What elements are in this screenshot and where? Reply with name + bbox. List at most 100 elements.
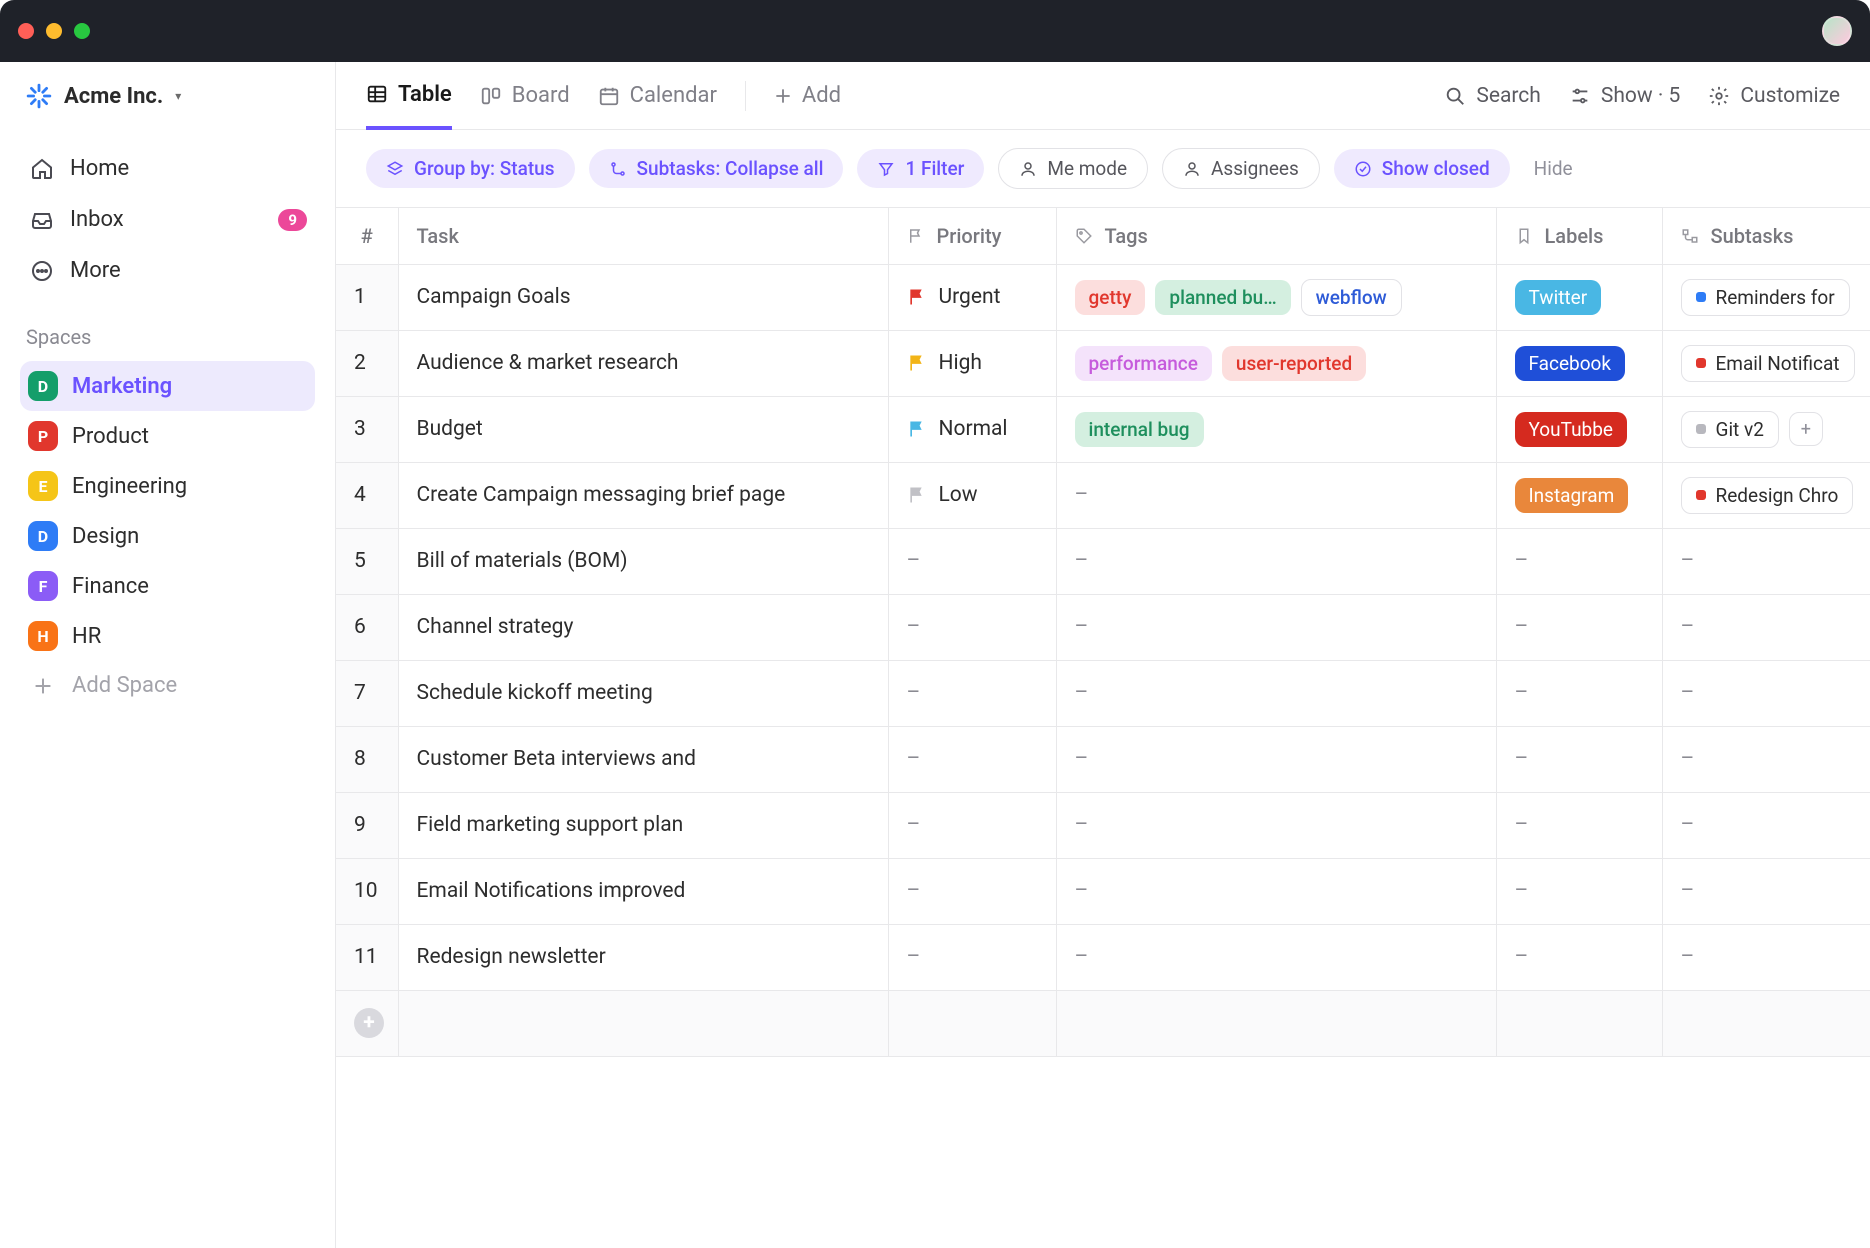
task-name-cell[interactable]: Redesign newsletter	[398, 924, 888, 990]
tags-cell[interactable]: –	[1056, 660, 1496, 726]
search-button[interactable]: Search	[1444, 84, 1541, 108]
tags-cell[interactable]: getty planned bu… webflow	[1056, 264, 1496, 330]
subtasks-cell[interactable]: –	[1662, 924, 1870, 990]
table-row[interactable]: 5Bill of materials (BOM)––––	[336, 528, 1870, 594]
subtasks-cell[interactable]: Reminders for	[1662, 264, 1870, 330]
subtasks-cell[interactable]: –	[1662, 528, 1870, 594]
subtasks-cell[interactable]: Email Notificat	[1662, 330, 1870, 396]
task-name-cell[interactable]: Email Notifications improved	[398, 858, 888, 924]
tab-table[interactable]: Table	[366, 63, 452, 130]
tag-chip[interactable]: user-reported	[1222, 346, 1366, 381]
column-header-subtasks[interactable]: Subtasks	[1662, 208, 1870, 264]
subtasks-chip[interactable]: Subtasks: Collapse all	[589, 149, 844, 188]
labels-cell[interactable]: –	[1496, 528, 1662, 594]
tags-cell[interactable]: –	[1056, 726, 1496, 792]
priority-cell[interactable]: High	[888, 330, 1056, 396]
sidebar-space-product[interactable]: PProduct	[20, 411, 315, 461]
tag-chip[interactable]: internal bug	[1075, 412, 1204, 447]
subtasks-cell[interactable]: –	[1662, 858, 1870, 924]
task-name-cell[interactable]: Bill of materials (BOM)	[398, 528, 888, 594]
tag-chip[interactable]: webflow	[1301, 279, 1402, 316]
task-name-cell[interactable]: Campaign Goals	[398, 264, 888, 330]
tags-cell[interactable]: performance user-reported	[1056, 330, 1496, 396]
table-row[interactable]: 8Customer Beta interviews and––––	[336, 726, 1870, 792]
subtask-chip[interactable]: Email Notificat	[1681, 345, 1855, 382]
tags-cell[interactable]: –	[1056, 924, 1496, 990]
labels-cell[interactable]: YouTubbe	[1496, 396, 1662, 462]
tags-cell[interactable]: –	[1056, 528, 1496, 594]
priority-cell[interactable]: –	[888, 924, 1056, 990]
assignees-chip[interactable]: Assignees	[1162, 148, 1320, 189]
tags-cell[interactable]: internal bug	[1056, 396, 1496, 462]
sidebar-item-home[interactable]: Home	[20, 148, 315, 189]
table-row[interactable]: 4Create Campaign messaging brief pageLow…	[336, 462, 1870, 528]
workspace-switcher[interactable]: Acme Inc. ▾	[20, 62, 315, 130]
task-name-cell[interactable]: Create Campaign messaging brief page	[398, 462, 888, 528]
show-closed-chip[interactable]: Show closed	[1334, 149, 1510, 188]
sidebar-space-marketing[interactable]: DMarketing	[20, 361, 315, 411]
tag-chip[interactable]: performance	[1075, 346, 1212, 381]
task-name-cell[interactable]: Field marketing support plan	[398, 792, 888, 858]
label-pill[interactable]: Instagram	[1515, 478, 1629, 513]
tags-cell[interactable]: –	[1056, 594, 1496, 660]
avatar[interactable]	[1822, 16, 1852, 46]
column-header-priority[interactable]: Priority	[888, 208, 1056, 264]
task-name-cell[interactable]: Budget	[398, 396, 888, 462]
sidebar-item-more[interactable]: More	[20, 250, 315, 291]
subtasks-cell[interactable]: Git v2+	[1662, 396, 1870, 462]
table-row[interactable]: 9Field marketing support plan––––	[336, 792, 1870, 858]
tab-calendar[interactable]: Calendar	[598, 62, 717, 129]
add-space-button[interactable]: Add Space	[20, 661, 315, 710]
label-pill[interactable]: YouTubbe	[1515, 412, 1627, 447]
filter-chip[interactable]: 1 Filter	[857, 149, 984, 188]
labels-cell[interactable]: –	[1496, 924, 1662, 990]
column-header-tags[interactable]: Tags	[1056, 208, 1496, 264]
labels-cell[interactable]: –	[1496, 726, 1662, 792]
priority-cell[interactable]: –	[888, 660, 1056, 726]
column-header-labels[interactable]: Labels	[1496, 208, 1662, 264]
subtasks-cell[interactable]: –	[1662, 660, 1870, 726]
labels-cell[interactable]: –	[1496, 660, 1662, 726]
task-name-cell[interactable]: Customer Beta interviews and	[398, 726, 888, 792]
group-by-chip[interactable]: Group by: Status	[366, 149, 575, 188]
add-view-button[interactable]: Add	[774, 62, 841, 129]
priority-cell[interactable]: –	[888, 792, 1056, 858]
labels-cell[interactable]: –	[1496, 858, 1662, 924]
labels-cell[interactable]: –	[1496, 792, 1662, 858]
add-task-row[interactable]: +	[336, 990, 1870, 1056]
table-row[interactable]: 1Campaign GoalsUrgentgettyplanned bu…web…	[336, 264, 1870, 330]
label-pill[interactable]: Facebook	[1515, 346, 1626, 381]
task-name-cell[interactable]: Audience & market research	[398, 330, 888, 396]
me-mode-chip[interactable]: Me mode	[998, 148, 1148, 189]
add-subtask-button[interactable]: +	[1789, 412, 1823, 446]
label-pill[interactable]: Twitter	[1515, 280, 1602, 315]
priority-cell[interactable]: Normal	[888, 396, 1056, 462]
subtask-chip[interactable]: Redesign Chro	[1681, 477, 1854, 514]
sidebar-space-design[interactable]: DDesign	[20, 511, 315, 561]
subtask-chip[interactable]: Reminders for	[1681, 279, 1850, 316]
tag-chip[interactable]: planned bu…	[1155, 280, 1290, 315]
subtasks-cell[interactable]: Redesign Chro	[1662, 462, 1870, 528]
table-row[interactable]: 6Channel strategy––––	[336, 594, 1870, 660]
table-row[interactable]: 10Email Notifications improved––––	[336, 858, 1870, 924]
minimize-window-button[interactable]	[46, 23, 62, 39]
hide-button[interactable]: Hide	[1534, 157, 1573, 180]
subtasks-cell[interactable]: –	[1662, 594, 1870, 660]
column-header-task[interactable]: Task	[398, 208, 888, 264]
sidebar-space-finance[interactable]: FFinance	[20, 561, 315, 611]
maximize-window-button[interactable]	[74, 23, 90, 39]
subtasks-cell[interactable]: –	[1662, 792, 1870, 858]
labels-cell[interactable]: Instagram	[1496, 462, 1662, 528]
table-row[interactable]: 3BudgetNormalinternal bugYouTubbeGit v2+	[336, 396, 1870, 462]
labels-cell[interactable]: –	[1496, 594, 1662, 660]
priority-cell[interactable]: –	[888, 858, 1056, 924]
subtasks-cell[interactable]: –	[1662, 726, 1870, 792]
table-row[interactable]: 7Schedule kickoff meeting––––	[336, 660, 1870, 726]
sidebar-space-engineering[interactable]: EEngineering	[20, 461, 315, 511]
tags-cell[interactable]: –	[1056, 462, 1496, 528]
sidebar-item-inbox[interactable]: Inbox 9	[20, 199, 315, 240]
tag-chip[interactable]: getty	[1075, 280, 1146, 315]
priority-cell[interactable]: Urgent	[888, 264, 1056, 330]
priority-cell[interactable]: –	[888, 726, 1056, 792]
show-button[interactable]: Show · 5	[1569, 84, 1681, 108]
